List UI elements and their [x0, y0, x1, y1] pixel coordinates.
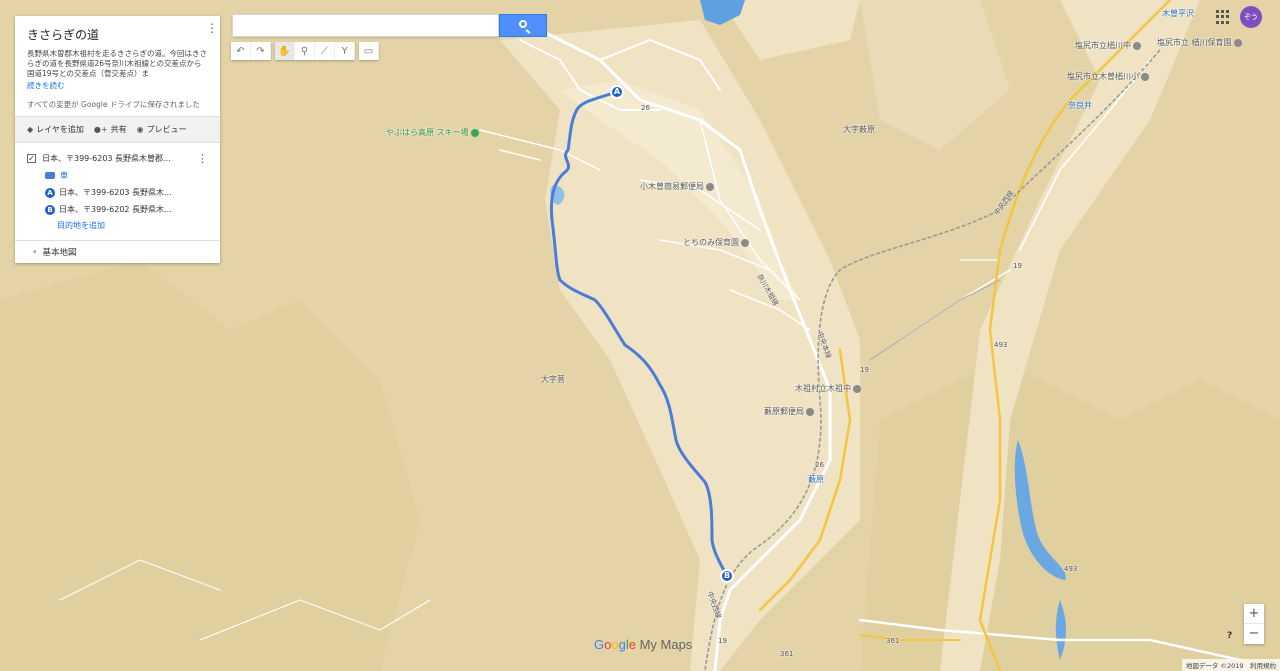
- eye-icon: ◉: [136, 125, 144, 134]
- label-route-19-c: 19: [718, 637, 727, 645]
- search-button[interactable]: [499, 14, 547, 37]
- layer-item[interactable]: ✓ 日本、〒399-6203 長野県木曽郡... ⋮: [27, 150, 208, 167]
- label-route-361-b: 361: [780, 650, 794, 658]
- map-attribution[interactable]: 地図データ ©2019 利用規約: [1181, 659, 1280, 671]
- label-narakawa-elementary: 塩尻市立木曽楢川小: [1067, 71, 1149, 82]
- search-input[interactable]: [232, 14, 499, 37]
- label-ski-resort: やぶはら高原 スキー場: [386, 127, 479, 138]
- layer-checkbox[interactable]: ✓: [27, 154, 36, 163]
- label-route-26-b: 26: [815, 461, 824, 469]
- add-marker-icon[interactable]: ⚲: [295, 42, 315, 60]
- directions-icon[interactable]: Y: [335, 42, 355, 60]
- zoom-control: + −: [1244, 604, 1264, 644]
- car-icon: [45, 172, 55, 179]
- label-oaza-yabuhara: 大字薮原: [843, 125, 875, 134]
- saved-status: すべての変更が Google ドライブに保存されました: [27, 100, 200, 109]
- redo-icon[interactable]: ↷: [251, 42, 271, 60]
- expand-icon: ▾: [33, 248, 37, 256]
- add-destination-link[interactable]: 目的地を追加: [27, 218, 208, 234]
- share-button[interactable]: ●+ 共有: [94, 124, 127, 135]
- layer-options-icon[interactable]: ⋮: [197, 152, 208, 165]
- label-route-19-b: 19: [860, 366, 869, 374]
- label-kiso-junior-high: 木祖村立木祖中: [795, 383, 861, 394]
- basemap-toggle[interactable]: ▾ 基本地図: [15, 240, 220, 263]
- label-narai-station: 奈良井: [1068, 101, 1092, 110]
- route-marker-b[interactable]: B: [720, 569, 734, 583]
- destination-b[interactable]: B 日本、〒399-6202 長野県木...: [27, 201, 208, 218]
- ruler-icon[interactable]: ▭: [359, 42, 379, 60]
- add-person-icon: ●+: [93, 125, 108, 134]
- point-b-icon: B: [45, 204, 55, 215]
- label-route-19-a: 19: [1013, 262, 1022, 270]
- point-a-icon: A: [45, 187, 55, 198]
- account-area: ぞう: [1216, 6, 1262, 28]
- label-route-493-b: 493: [1064, 565, 1078, 573]
- draw-line-icon[interactable]: ⟋: [315, 42, 335, 60]
- layers-icon: ◆: [27, 125, 34, 134]
- map-panel: きさらぎの道 ⋮ 長野県木曽郡木祖村を走るきさらぎの道。今回はきさらぎの道を長野…: [15, 16, 220, 263]
- destination-a[interactable]: A 日本、〒399-6203 長野県木...: [27, 184, 208, 201]
- preview-button[interactable]: ◉ プレビュー: [137, 124, 187, 135]
- label-yabuhara-station: 藪原: [808, 475, 824, 484]
- label-route-26-a: 26: [641, 104, 650, 112]
- add-layer-button[interactable]: ◆ レイヤを追加: [27, 124, 84, 135]
- zoom-out-button[interactable]: −: [1244, 624, 1264, 644]
- label-tochinomi-nursery: とちのみ保育園: [683, 237, 749, 248]
- map-toolbar: ↶ ↷ ✋ ⚲ ⟋ Y ▭: [231, 42, 383, 60]
- avatar[interactable]: ぞう: [1240, 6, 1262, 28]
- route-marker-a[interactable]: A: [610, 85, 624, 99]
- map-description: 長野県木曽郡木祖村を走るきさらぎの道。今回はきさらぎの道を長野県道26号奈川木祖…: [27, 49, 207, 78]
- zoom-in-button[interactable]: +: [1244, 604, 1264, 624]
- label-narakawa-nursery: 塩尻市立 楢川保育園: [1157, 37, 1242, 48]
- apps-grid-icon[interactable]: [1216, 10, 1230, 24]
- hand-icon[interactable]: ✋: [275, 42, 295, 60]
- label-narakawa-junior-high: 塩尻市立楢川中: [1075, 40, 1141, 51]
- label-route-361-a: 361: [886, 637, 900, 645]
- undo-icon[interactable]: ↶: [231, 42, 251, 60]
- search-icon: [519, 20, 527, 28]
- label-kisohirasawa-station: 木曽平沢: [1162, 9, 1194, 18]
- travel-mode[interactable]: 車: [27, 167, 208, 184]
- label-route-493-a: 493: [994, 341, 1008, 349]
- map-options-icon[interactable]: ⋮: [206, 22, 218, 34]
- google-my-maps-logo: Google My Maps: [594, 637, 693, 652]
- label-post-office-ogiso: 小木曽簡易郵便局: [640, 181, 714, 192]
- help-button[interactable]: ?: [1227, 631, 1232, 641]
- layer-name[interactable]: 日本、〒399-6203 長野県木曽郡...: [42, 153, 171, 164]
- read-more-link[interactable]: 続きを読む: [27, 80, 208, 91]
- label-yabuhara-post-office: 藪原郵便局: [764, 406, 814, 417]
- label-oaza-suge: 大字菅: [541, 375, 565, 384]
- map-title[interactable]: きさらぎの道: [27, 26, 208, 43]
